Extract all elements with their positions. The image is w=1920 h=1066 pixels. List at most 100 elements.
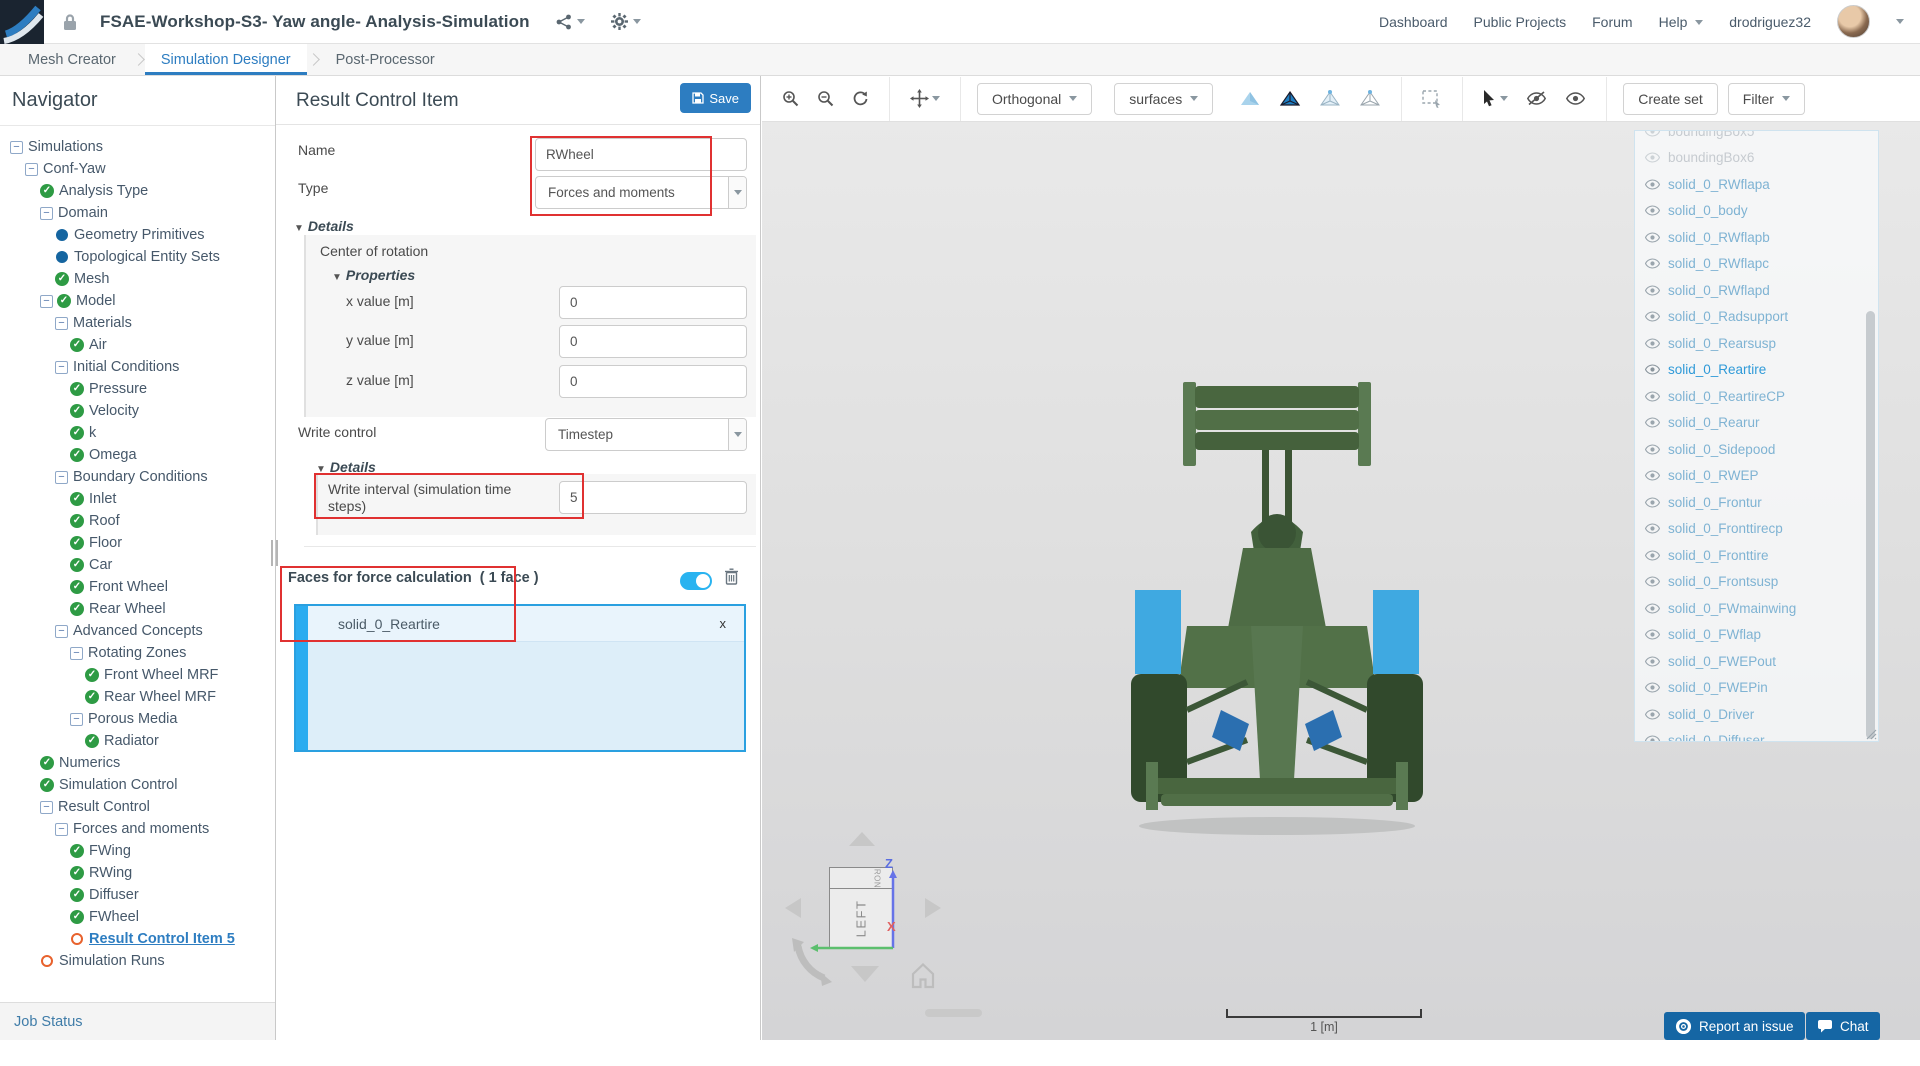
tab-post-processor[interactable]: Post-Processor — [320, 44, 451, 75]
tree-item-fwheel[interactable]: ✓ FWheel — [0, 906, 275, 928]
tree-item-result-control-item-5[interactable]: Result Control Item 5 — [0, 928, 275, 950]
render-solid-button[interactable] — [1235, 86, 1265, 112]
tree-item-k[interactable]: ✓ k — [0, 422, 275, 444]
username[interactable]: drodriguez32 — [1729, 14, 1811, 30]
visibility-eye-icon[interactable] — [1645, 709, 1660, 720]
select-tool-button[interactable] — [1479, 86, 1512, 111]
tree-item-result-control[interactable]: − Result Control — [0, 796, 275, 818]
tree-item-omega[interactable]: ✓ Omega — [0, 444, 275, 466]
visibility-eye-icon[interactable] — [1645, 179, 1660, 190]
visibility-eye-icon[interactable] — [1645, 417, 1660, 428]
tree-item-car[interactable]: ✓ Car — [0, 554, 275, 576]
solids-list-item-solid-0-fwmainwing[interactable]: solid_0_FWmainwing — [1635, 595, 1878, 622]
filter-dropdown[interactable]: Filter — [1727, 82, 1805, 115]
simscale-logo[interactable] — [0, 0, 44, 44]
zoom-out-button[interactable] — [813, 86, 838, 111]
visibility-eye-icon[interactable] — [1645, 131, 1660, 137]
render-solid-edges-button[interactable] — [1275, 86, 1305, 112]
collapse-minus-icon[interactable]: − — [55, 316, 68, 330]
solids-list-item-solid-0-frontur[interactable]: solid_0_Frontur — [1635, 489, 1878, 516]
solids-list-item-boundingbox6[interactable]: boundingBox6 — [1635, 145, 1878, 172]
tree-item-rear-wheel-mrf[interactable]: ✓ Rear Wheel MRF — [0, 686, 275, 708]
hide-selection-button[interactable] — [1522, 87, 1551, 110]
projection-mode-dropdown[interactable]: Orthogonal — [977, 82, 1093, 115]
settings-button[interactable] — [610, 13, 641, 30]
panel-resize-grip[interactable] — [1865, 728, 1877, 740]
tree-item-topological-entity-sets[interactable]: Topological Entity Sets — [0, 246, 275, 268]
delete-faces-button[interactable] — [724, 568, 739, 590]
solids-list-item-solid-0-driver[interactable]: solid_0_Driver — [1635, 701, 1878, 728]
chevron-down-icon[interactable] — [1896, 19, 1904, 24]
solids-list-item-solid-0-fwepout[interactable]: solid_0_FWEPout — [1635, 648, 1878, 675]
tree-item-mesh[interactable]: ✓ Mesh — [0, 268, 275, 290]
rotate-right-arrow[interactable] — [925, 898, 941, 918]
tree-item-conf-yaw[interactable]: − Conf-Yaw — [0, 158, 275, 180]
solids-list-item-solid-0-diffuser[interactable]: solid_0_Diffuser — [1635, 728, 1878, 741]
solids-list-item-solid-0-rwflapb[interactable]: solid_0_RWflapb — [1635, 224, 1878, 251]
visibility-eye-icon[interactable] — [1645, 444, 1660, 455]
visibility-eye-icon[interactable] — [1645, 497, 1660, 508]
tree-item-porous-media[interactable]: − Porous Media — [0, 708, 275, 730]
tree-item-domain[interactable]: − Domain — [0, 202, 275, 224]
solids-list-item-solid-0-fronttire[interactable]: solid_0_Fronttire — [1635, 542, 1878, 569]
viewport-3d-canvas[interactable]: Orthogonal surfaces Create set Filter bo… — [762, 76, 1920, 1040]
solids-scrollbar[interactable] — [1866, 311, 1875, 739]
nav-help[interactable]: Help — [1659, 14, 1704, 30]
face-list-item[interactable]: solid_0_Reartire x — [308, 606, 744, 642]
tree-item-simulation-control[interactable]: ✓ Simulation Control — [0, 774, 275, 796]
visibility-eye-icon[interactable] — [1645, 603, 1660, 614]
collapse-minus-icon[interactable]: − — [10, 140, 23, 154]
z-value-input[interactable] — [559, 365, 747, 398]
solids-list-item-solid-0-rearsusp[interactable]: solid_0_Rearsusp — [1635, 330, 1878, 357]
rotate-left-arrow[interactable] — [785, 898, 801, 918]
tree-item-initial-conditions[interactable]: − Initial Conditions — [0, 356, 275, 378]
tree-item-numerics[interactable]: ✓ Numerics — [0, 752, 275, 774]
show-all-button[interactable] — [1561, 87, 1590, 110]
solids-list-item-solid-0-fwflap[interactable]: solid_0_FWflap — [1635, 622, 1878, 649]
tree-item-front-wheel-mrf[interactable]: ✓ Front Wheel MRF — [0, 664, 275, 686]
tree-item-fwing[interactable]: ✓ FWing — [0, 840, 275, 862]
share-button[interactable] — [556, 14, 585, 30]
solids-list-item-solid-0-sidepood[interactable]: solid_0_Sidepood — [1635, 436, 1878, 463]
faces-visibility-toggle[interactable] — [680, 572, 712, 590]
tree-item-boundary-conditions[interactable]: − Boundary Conditions — [0, 466, 275, 488]
visibility-eye-icon[interactable] — [1645, 258, 1660, 269]
zoom-in-button[interactable] — [778, 86, 803, 111]
solids-list-item-solid-0-rwflapd[interactable]: solid_0_RWflapd — [1635, 277, 1878, 304]
visibility-eye-icon[interactable] — [1645, 364, 1660, 375]
visibility-eye-icon[interactable] — [1645, 576, 1660, 587]
x-value-input[interactable] — [559, 286, 747, 319]
tree-item-rear-wheel[interactable]: ✓ Rear Wheel — [0, 598, 275, 620]
collapse-minus-icon[interactable]: − — [70, 712, 83, 726]
solids-list-item-solid-0-rwflapa[interactable]: solid_0_RWflapa — [1635, 171, 1878, 198]
create-set-button[interactable]: Create set — [1623, 82, 1718, 115]
home-view-button[interactable] — [911, 962, 935, 989]
visibility-eye-icon[interactable] — [1645, 682, 1660, 693]
visibility-eye-icon[interactable] — [1645, 152, 1660, 163]
collapse-minus-icon[interactable]: − — [55, 624, 68, 638]
select-arrow-icon[interactable] — [728, 177, 746, 208]
visibility-eye-icon[interactable] — [1645, 232, 1660, 243]
render-wireframe-button[interactable] — [1315, 86, 1345, 112]
solids-list-item-boundingbox5[interactable]: boundingBox5 — [1635, 131, 1878, 145]
solids-list-item-solid-0-reartirecp[interactable]: solid_0_ReartireCP — [1635, 383, 1878, 410]
collapse-minus-icon[interactable]: − — [40, 294, 53, 308]
visibility-eye-icon[interactable] — [1645, 311, 1660, 322]
tree-item-floor[interactable]: ✓ Floor — [0, 532, 275, 554]
roll-rotate-arrow[interactable] — [792, 938, 832, 986]
refresh-view-button[interactable] — [848, 86, 873, 111]
nav-dashboard[interactable]: Dashboard — [1379, 14, 1448, 30]
tree-item-pressure[interactable]: ✓ Pressure — [0, 378, 275, 400]
collapse-minus-icon[interactable]: − — [70, 646, 83, 660]
tree-item-diffuser[interactable]: ✓ Diffuser — [0, 884, 275, 906]
name-input[interactable] — [535, 138, 747, 171]
chat-button[interactable]: Chat — [1806, 1012, 1880, 1040]
nav-public-projects[interactable]: Public Projects — [1474, 14, 1567, 30]
viewport-horizontal-scrollbar[interactable] — [925, 1009, 982, 1017]
visibility-eye-icon[interactable] — [1645, 656, 1660, 667]
panel-resize-handle[interactable] — [271, 540, 278, 566]
tree-item-inlet[interactable]: ✓ Inlet — [0, 488, 275, 510]
save-button[interactable]: Save — [680, 83, 751, 113]
collapse-minus-icon[interactable]: − — [40, 206, 53, 220]
write-interval-input[interactable] — [559, 481, 747, 514]
